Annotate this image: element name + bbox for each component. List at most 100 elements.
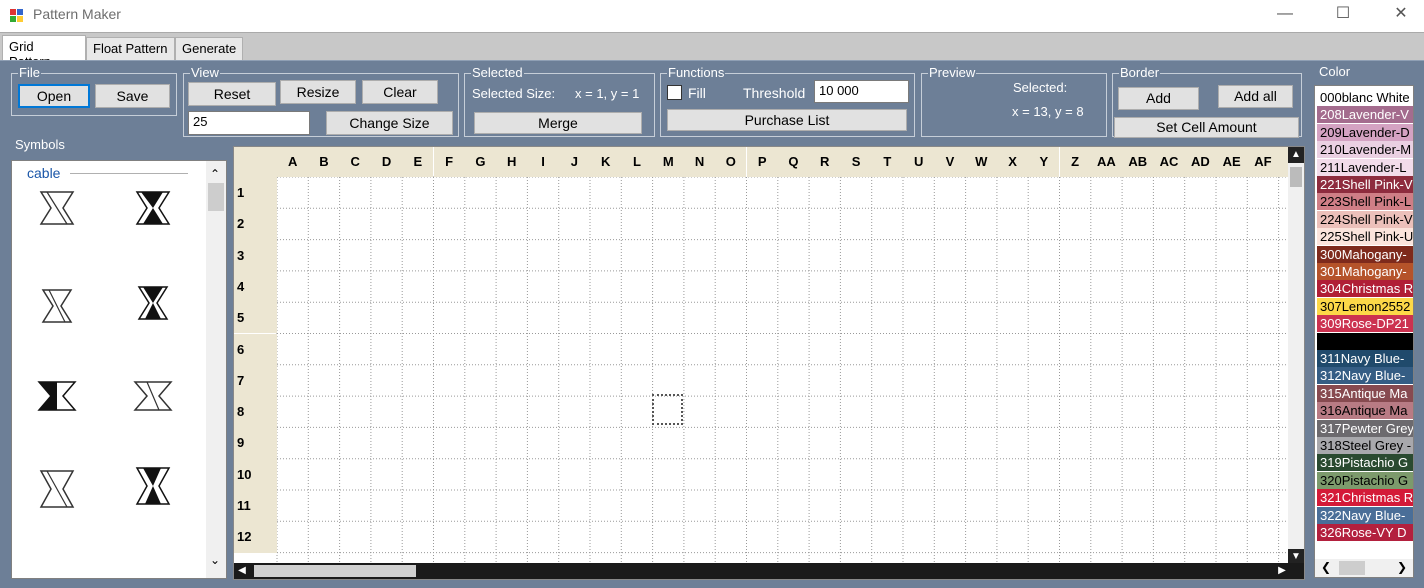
color-item[interactable]: 311Navy Blue-	[1317, 350, 1413, 367]
open-button[interactable]: Open	[18, 84, 90, 108]
maximize-icon[interactable]: ☐	[1320, 0, 1366, 30]
color-scroll-right-icon[interactable]: ❯	[1397, 560, 1407, 574]
cable-symbol-filled-left[interactable]	[37, 376, 77, 416]
tab-grid-pattern[interactable]: Grid Pattern	[2, 35, 86, 69]
grid-vertical-scrollbar[interactable]: ▲ ▼	[1288, 147, 1304, 565]
color-item[interactable]: 300Mahogany-	[1317, 245, 1413, 263]
functions-group-title: Functions	[667, 65, 726, 81]
color-item[interactable]: 211Lavender-L	[1317, 158, 1413, 176]
size-input[interactable]: 25	[188, 111, 310, 135]
border-add-button[interactable]: Add	[1118, 87, 1199, 110]
view-group-title: View	[190, 65, 220, 81]
color-item[interactable]: 322Navy Blue-	[1317, 506, 1413, 524]
row-header: 4	[234, 270, 277, 303]
resize-button[interactable]: Resize	[280, 80, 356, 104]
grid-hscroll-thumb[interactable]	[254, 565, 416, 577]
color-list[interactable]: 000blanc White 208Lavender-V 209Lavender-D…	[1314, 85, 1414, 578]
row-header: 1	[234, 177, 277, 209]
clear-button[interactable]: Clear	[362, 80, 438, 104]
column-header: M	[652, 147, 684, 177]
tab-float-pattern[interactable]: Float Pattern	[86, 37, 175, 61]
tab-generate[interactable]: Generate	[175, 37, 243, 61]
color-item[interactable]: 321Christmas R	[1317, 489, 1413, 507]
symbol-category-heading: cable	[27, 165, 61, 181]
cable-symbol-tall-right-filled[interactable]	[133, 466, 173, 506]
color-item[interactable]: 320Pistachio G	[1317, 471, 1413, 489]
color-item[interactable]: 224Shell Pink-V	[1317, 210, 1413, 228]
color-item[interactable]: 210Lavender-M	[1317, 141, 1413, 159]
cable-symbol-tall-left[interactable]	[37, 469, 77, 509]
scroll-down-arrow-icon[interactable]: ⌄	[210, 553, 220, 567]
cable-symbol-small-right-filled[interactable]	[133, 283, 173, 323]
row-header: 9	[234, 427, 277, 459]
minimize-icon[interactable]: —	[1262, 0, 1308, 30]
column-header: B	[308, 147, 340, 177]
color-item[interactable]: 301Mahogany-	[1317, 263, 1413, 280]
grid-scroll-right-icon[interactable]: ▶	[1274, 563, 1290, 579]
window-title: Pattern Maker	[33, 6, 121, 22]
reset-button[interactable]: Reset	[188, 82, 276, 106]
column-header: Y	[1028, 147, 1060, 177]
purchase-list-button[interactable]: Purchase List	[667, 109, 907, 131]
column-header: I	[527, 147, 559, 177]
color-item[interactable]: 326Rose-VY D	[1317, 524, 1413, 541]
color-item[interactable]: 312Navy Blue-	[1317, 367, 1413, 385]
border-add-all-button[interactable]: Add all	[1218, 85, 1293, 108]
color-item[interactable]: 319Pistachio G	[1317, 454, 1413, 472]
row-header: 7	[234, 364, 277, 397]
color-item[interactable]: 309Rose-DP21	[1317, 315, 1413, 333]
color-item[interactable]: 209Lavender-D	[1317, 123, 1413, 141]
row-header: 10	[234, 458, 277, 490]
column-header: AF	[1247, 147, 1279, 177]
color-item[interactable]: 304Christmas R	[1317, 280, 1413, 298]
color-scroll-thumb[interactable]	[1339, 561, 1365, 575]
color-item[interactable]: 000blanc White	[1317, 89, 1413, 106]
selected-group-title: Selected	[471, 65, 524, 81]
row-header: 8	[234, 396, 277, 428]
color-item[interactable]: 225Shell Pink-U	[1317, 228, 1413, 246]
fill-checkbox[interactable]	[667, 85, 682, 100]
symbol-scroll-thumb[interactable]	[208, 183, 224, 211]
app-icon	[10, 9, 23, 22]
color-item[interactable]: 315Antique Ma	[1317, 384, 1413, 402]
column-header: C	[339, 147, 371, 177]
color-item[interactable]: 317Pewter Grey	[1317, 419, 1413, 437]
threshold-input[interactable]: 10 000	[814, 80, 909, 103]
grid-vscroll-thumb[interactable]	[1290, 167, 1302, 187]
change-size-button[interactable]: Change Size	[326, 111, 453, 135]
color-item[interactable]: 316Antique Ma	[1317, 402, 1413, 420]
color-item[interactable]: 208Lavender-V	[1317, 106, 1413, 124]
color-item[interactable]: 221Shell Pink-V	[1317, 176, 1413, 193]
color-scroll-left-icon[interactable]: ❮	[1321, 560, 1331, 574]
symbol-list-scrollbar[interactable]: ⌃ ⌄	[206, 161, 226, 578]
grid-scroll-left-icon[interactable]: ◀	[234, 563, 250, 579]
grid-scroll-up-icon[interactable]: ▲	[1288, 147, 1304, 163]
save-button[interactable]: Save	[95, 84, 170, 108]
merge-button[interactable]: Merge	[474, 112, 642, 134]
column-header: K	[590, 147, 622, 177]
symbol-list[interactable]: cable ⌃ ⌄	[11, 160, 227, 579]
set-cell-amount-button[interactable]: Set Cell Amount	[1114, 117, 1299, 138]
color-item[interactable]: 223Shell Pink-L	[1317, 193, 1413, 211]
row-header: 11	[234, 490, 277, 522]
grid-horizontal-scrollbar[interactable]: ◀ ▶	[234, 563, 1304, 579]
color-item[interactable]: 318Steel Grey -	[1317, 437, 1413, 454]
color-list-scrollbar[interactable]: ❮ ❯	[1315, 559, 1413, 577]
column-header: A	[277, 147, 309, 177]
selected-cell[interactable]	[652, 394, 683, 425]
color-item[interactable]	[1317, 332, 1413, 350]
cable-symbol-left-cross[interactable]	[37, 188, 77, 228]
fill-label: Fill	[688, 85, 706, 101]
pattern-grid[interactable]: ABCDEFGHIJKLMNOPQRSTUVWXYZAAABACADAEAFA …	[233, 146, 1305, 580]
scroll-up-arrow-icon[interactable]: ⌃	[210, 167, 220, 181]
symbol-category-divider	[70, 173, 188, 174]
cable-symbol-right-cross-filled[interactable]	[133, 188, 173, 228]
cable-symbol-open-right[interactable]	[133, 376, 173, 416]
column-header: G	[464, 147, 497, 177]
color-item[interactable]: 307Lemon2552	[1317, 297, 1413, 315]
column-header: E	[402, 147, 434, 177]
close-icon[interactable]: ✕	[1378, 0, 1424, 30]
column-header: N	[683, 147, 716, 177]
cable-symbol-small-left[interactable]	[37, 286, 77, 326]
file-group-title: File	[18, 65, 41, 81]
